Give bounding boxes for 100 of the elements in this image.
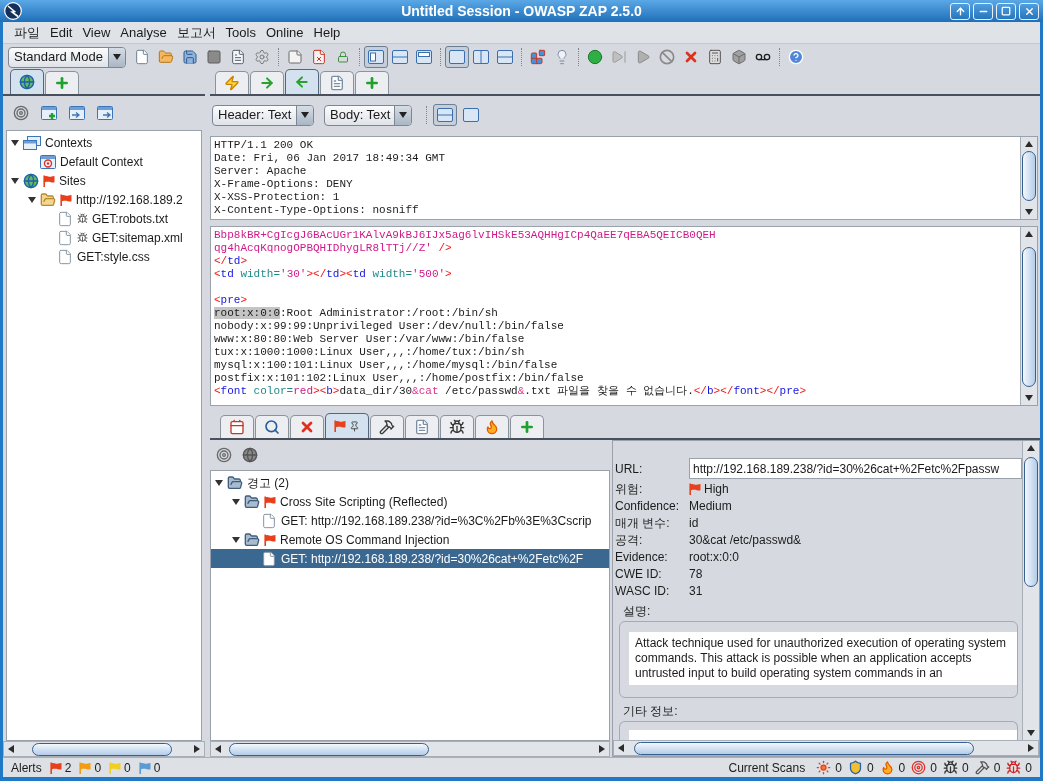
toggle-button[interactable] (364, 46, 388, 68)
bug-icon (942, 760, 958, 775)
tree-item[interactable]: Sites (11, 171, 90, 190)
tree-item[interactable]: Default Context (28, 152, 147, 171)
scan-count: 0 (930, 759, 937, 777)
tree-item[interactable]: Contexts (11, 133, 97, 152)
tree-item[interactable]: GET: http://192.168.189.238/?id=%3C%2Fb%3E%3Cscrip (249, 511, 596, 530)
scroll-down-arrow-icon[interactable] (1025, 208, 1033, 216)
left-arrow-tab[interactable] (285, 69, 319, 94)
window-up-button[interactable] (950, 2, 970, 20)
down-arrow-icon[interactable] (232, 535, 240, 544)
scrollbar-thumb[interactable] (1022, 151, 1036, 201)
menu-item[interactable]: View (77, 22, 116, 43)
field-value: id (689, 514, 699, 532)
scroll-left-arrow-icon[interactable] (214, 745, 222, 753)
window-layout-icon (473, 50, 489, 64)
scroll-up-arrow-icon[interactable] (1025, 230, 1033, 238)
tree-item[interactable]: Cross Site Scripting (Reflected) (232, 492, 452, 511)
field-value: Medium (689, 497, 732, 515)
add-tab[interactable] (355, 71, 389, 94)
scroll-left-arrow-icon[interactable] (617, 744, 625, 752)
header-view-dropdown[interactable]: Header: Text (212, 104, 314, 126)
document-tab[interactable] (320, 71, 354, 94)
scrollbar-thumb[interactable] (634, 741, 974, 755)
scroll-right-arrow-icon[interactable] (193, 745, 201, 753)
tree-item[interactable]: GET:robots.txt (45, 209, 173, 228)
scroll-up-arrow-icon[interactable] (1025, 140, 1033, 148)
description-field[interactable]: Attack technique used for unauthorized execution of operating system commands. This attack is possible when an application accepts untrusted input to build operating system commands in an (629, 632, 1017, 685)
lightning-icon (224, 75, 240, 91)
horizontal-scrollbar[interactable] (3, 741, 205, 757)
menu-item[interactable]: Tools (220, 22, 261, 43)
down-arrow-icon[interactable] (28, 195, 36, 204)
minimize-button[interactable] (973, 2, 993, 20)
horizontal-scrollbar[interactable] (613, 740, 1039, 756)
bug-icon (449, 419, 465, 435)
scan-count: 0 (1025, 759, 1032, 777)
close-button[interactable] (1019, 2, 1039, 20)
toggle-button[interactable] (445, 46, 469, 68)
maximize-button[interactable] (996, 2, 1016, 20)
menu-item[interactable]: 파일 (9, 22, 45, 43)
scrollbar-thumb[interactable] (1024, 457, 1038, 587)
cross-icon (299, 419, 315, 435)
vertical-scrollbar[interactable] (1020, 137, 1037, 219)
scrollbar-thumb[interactable] (229, 742, 429, 756)
code-line: Server: Apache (214, 165, 307, 178)
tree-item[interactable]: 경고 (2) (215, 473, 293, 492)
down-arrow-icon[interactable] (11, 176, 19, 185)
globe-tab[interactable] (10, 69, 44, 94)
horizontal-scrollbar[interactable] (210, 741, 610, 757)
folder-icon (244, 531, 260, 548)
app-logo-icon (4, 2, 22, 20)
scan-count: 0 (993, 759, 1001, 777)
calendar-tab[interactable] (220, 415, 254, 438)
scrollbar-thumb[interactable] (32, 742, 172, 756)
cross-tab[interactable] (290, 415, 324, 438)
scroll-right-arrow-icon[interactable] (1027, 744, 1035, 752)
tree-item[interactable]: GET:style.css (45, 247, 154, 266)
scroll-down-arrow-icon[interactable] (1027, 729, 1035, 737)
menu-item[interactable]: Edit (45, 22, 78, 43)
down-arrow-icon[interactable] (11, 138, 19, 147)
vertical-scrollbar[interactable] (1022, 441, 1039, 740)
scroll-down-arrow-icon[interactable] (1025, 394, 1033, 402)
tree-item[interactable]: GET: http://192.168.189.238/?id=30%26cat+%2Fetc%2F (211, 549, 609, 568)
document-icon (134, 49, 150, 65)
lightning-tab[interactable] (215, 71, 249, 94)
status-label: Current Scans (728, 759, 806, 777)
scroll-right-arrow-icon[interactable] (598, 745, 606, 753)
toggle-button[interactable] (433, 104, 457, 126)
bug-tab[interactable] (440, 415, 474, 438)
vertical-scrollbar[interactable] (1020, 227, 1037, 405)
scroll-left-arrow-icon[interactable] (7, 745, 15, 753)
tree-item[interactable]: Remote OS Command Injection (232, 530, 454, 549)
flame-icon (879, 760, 895, 775)
header-text-area[interactable]: HTTP/1.1 200 OK Date: Fri, 06 Jan 2017 18:49:34 GMT Server: Apache X-Frame-Options: DENY X-XSS-Protection: 1 X-Content-Type-Options: nosniff (210, 136, 1038, 220)
search-tab[interactable] (255, 415, 289, 438)
down-arrow-icon[interactable] (215, 478, 223, 487)
step-icon (611, 49, 627, 65)
caret-icon (399, 112, 407, 118)
globe-icon (23, 172, 39, 189)
add-tab[interactable] (510, 415, 544, 438)
tree-item[interactable]: http://192.168.189.2 (28, 190, 187, 209)
scrollbar-thumb[interactable] (1022, 247, 1036, 387)
menu-item[interactable]: 보고서 (171, 22, 221, 43)
menu-item[interactable]: Online (260, 22, 309, 43)
menu-item[interactable]: Analyse (115, 22, 172, 43)
down-arrow-icon[interactable] (232, 497, 240, 506)
flag-tab[interactable] (325, 413, 369, 438)
scroll-up-arrow-icon[interactable] (1027, 444, 1035, 452)
other-info-field[interactable] (629, 730, 1017, 740)
right-arrow-tab[interactable] (250, 71, 284, 94)
note-icon (287, 49, 303, 65)
url-field[interactable]: http://192.168.189.238/?id=30%26cat+%2Fetc%2Fpassw (689, 458, 1022, 479)
body-text-area[interactable] (210, 226, 1038, 406)
hammer-tab[interactable] (370, 415, 404, 438)
bug-icon (1006, 760, 1022, 775)
tree-item[interactable]: GET:sitemap.xml (45, 228, 187, 247)
add-tab[interactable] (45, 71, 79, 94)
mode-dropdown[interactable]: Standard Mode (8, 46, 126, 68)
body-view-dropdown[interactable]: Body: Text (324, 104, 412, 126)
menu-item[interactable]: Help (308, 22, 346, 43)
